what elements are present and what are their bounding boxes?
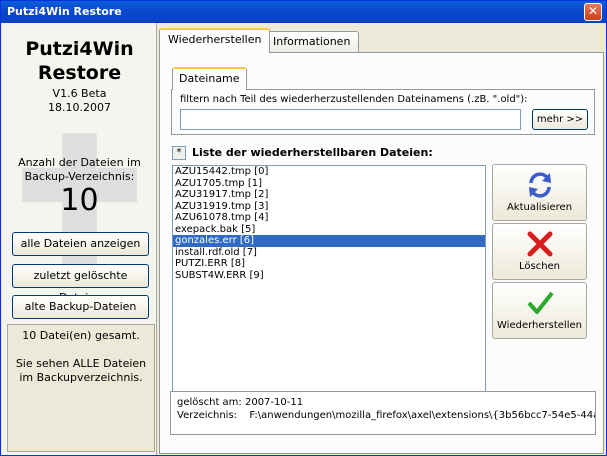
file-list-title: Liste der wiederherstellbaren Dateien: <box>192 146 433 159</box>
file-list-item[interactable]: AZU1705.tmp [1] <box>173 178 485 190</box>
file-list-item[interactable]: AZU15442.tmp [0] <box>173 166 485 178</box>
file-list-item[interactable]: AZU61078.tmp [4] <box>173 212 485 224</box>
filter-group: filtern nach Teil des wiederherzustellen… <box>171 89 595 135</box>
tab-information[interactable]: Informationen <box>264 31 360 53</box>
list-toggle-button[interactable]: * <box>172 146 186 160</box>
show-all-files-button[interactable]: alle Dateien anzeigen <box>12 232 149 256</box>
info-box: 10 Datei(en) gesamt. Sie sehen ALLE Date… <box>7 324 155 452</box>
sidebar: Putzi4Win Restore V1.6 Beta 18.10.2007 A… <box>2 23 157 455</box>
file-list-item[interactable]: exepack.bak [5] <box>173 224 485 236</box>
directory-value: F:\anwendungen\mozilla_firefox\axel\exte… <box>249 410 596 421</box>
file-list-item[interactable]: SUBST4W.ERR [9] <box>173 270 485 282</box>
delete-x-icon <box>527 231 552 257</box>
refresh-icon <box>528 172 551 198</box>
refresh-label: Aktualisieren <box>506 202 573 213</box>
deleted-date-value: 2007-10-11 <box>244 397 304 408</box>
title-bar[interactable]: Putzi4Win Restore ✕ <box>1 1 606 23</box>
file-list-item[interactable]: gonzales.err [6] <box>173 235 485 247</box>
checkmark-icon <box>527 291 554 314</box>
info-description: Sie sehen ALLE Dateien im Backupverzeich… <box>15 357 147 384</box>
tab-restore[interactable]: Wiederherstellen <box>159 28 271 53</box>
restore-label: Wiederherstellen <box>497 320 582 331</box>
window-title: Putzi4Win Restore <box>7 5 122 18</box>
deleted-date-label: gelöscht am: <box>177 397 242 408</box>
delete-label: Löschen <box>518 261 561 272</box>
file-list-item[interactable]: PUTZI.ERR [8] <box>173 258 485 270</box>
detail-box: gelöscht am: 2007-10-11 Verzeichnis: F:\… <box>170 391 596 435</box>
file-list-item[interactable]: install.rdf.old [7] <box>173 247 485 259</box>
app-name-line1: Putzi4Win <box>25 38 134 60</box>
recent-deleted-button[interactable]: zuletzt gelöschte Dateien <box>12 264 149 304</box>
filter-input[interactable] <box>180 109 521 130</box>
version-info: V1.6 Beta 18.10.2007 <box>2 87 157 115</box>
info-total: 10 Datei(en) gesamt. <box>22 329 140 342</box>
file-list-item[interactable]: AZU31917.tmp [2] <box>173 189 485 201</box>
old-backup-button[interactable]: alte Backup-Dateien <box>12 295 149 319</box>
directory-row: Verzeichnis: F:\anwendungen\mozilla_fire… <box>177 409 595 422</box>
tab-filename[interactable]: Dateiname <box>172 67 247 90</box>
more-button[interactable]: mehr >> <box>532 109 588 130</box>
delete-button[interactable]: Löschen <box>492 223 587 280</box>
file-count-label: Anzahl der Dateien im Backup-Verzeichnis… <box>18 156 141 183</box>
close-button[interactable]: ✕ <box>584 3 602 21</box>
file-list-item[interactable]: AZU31919.tmp [3] <box>173 201 485 213</box>
restore-button[interactable]: Wiederherstellen <box>492 282 587 339</box>
app-name: Putzi4Win Restore <box>2 37 157 85</box>
filter-label: filtern nach Teil des wiederherzustellen… <box>180 94 528 105</box>
app-name-line2: Restore <box>37 62 122 84</box>
directory-label: Verzeichnis: <box>177 410 238 421</box>
version-date: 18.10.2007 <box>48 101 111 114</box>
app-window: Putzi4Win Restore ✕ Putzi4Win Restore V1… <box>0 0 607 456</box>
version-label: V1.6 Beta <box>52 87 107 100</box>
deleted-date-row: gelöscht am: 2007-10-11 <box>177 396 589 409</box>
refresh-button[interactable]: Aktualisieren <box>492 164 587 221</box>
file-count-value: 10 <box>60 183 99 218</box>
restore-panel: Dateiname filtern nach Teil des wiederhe… <box>159 52 604 454</box>
